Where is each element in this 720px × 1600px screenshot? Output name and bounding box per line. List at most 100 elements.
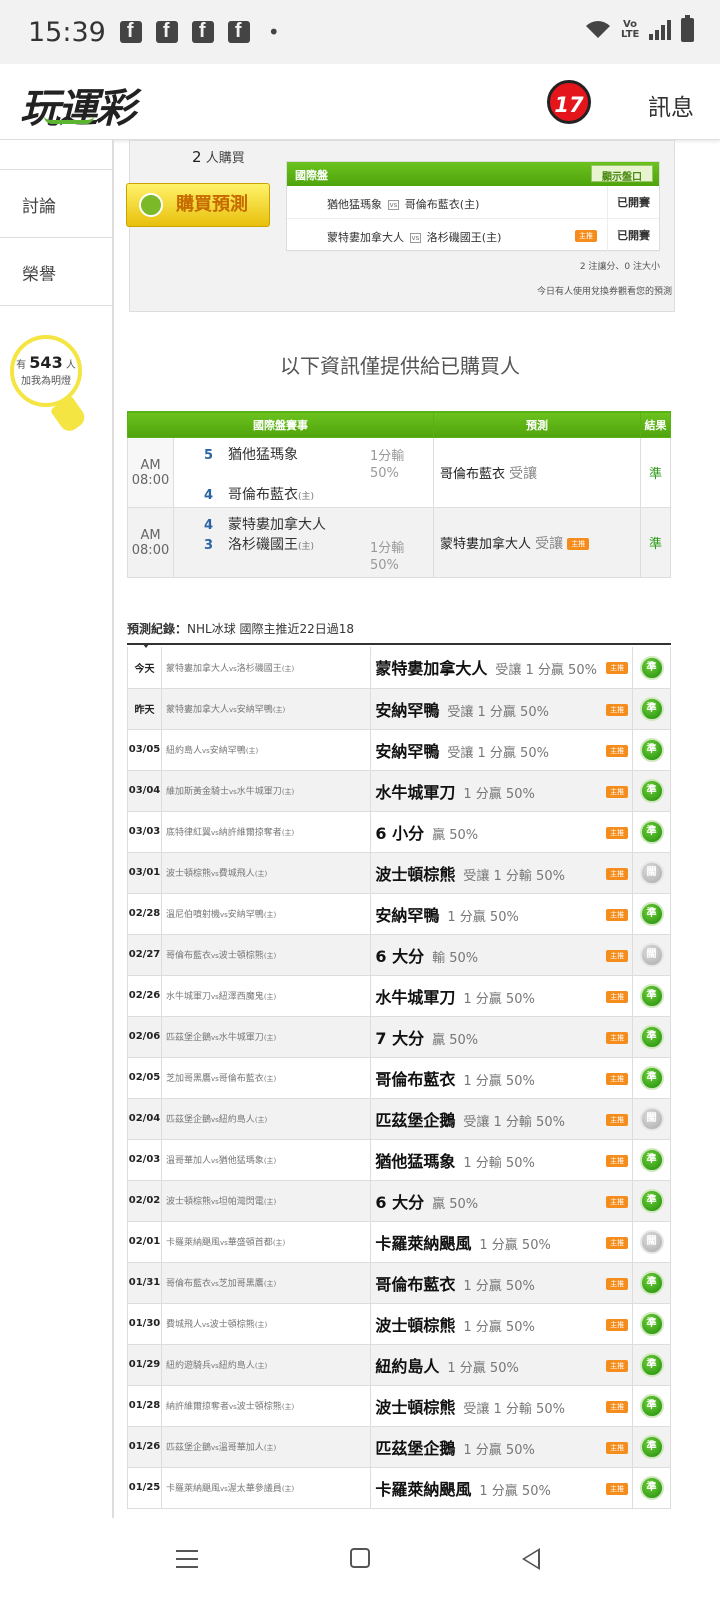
record-pick-detail: 受讓 1 分輸 50% [463, 1114, 565, 1130]
result-ball-icon: 闊 [639, 1230, 664, 1254]
record-game[interactable]: 匹茲堡企鵝vs溫哥華加人(主) [161, 1426, 372, 1468]
record-row: 02/06 匹茲堡企鵝vs水牛城軍刀(主) 7 大分贏 50% 主推準 [127, 1016, 671, 1058]
logo[interactable]: 玩運彩 [20, 76, 136, 134]
home-icon[interactable] [350, 1548, 370, 1568]
record-vs: vs [220, 911, 228, 919]
result-ball-icon: 準 [639, 1394, 664, 1418]
record-pick-detail: 受讓 1 分贏 50% [447, 704, 549, 720]
record-home: 安納罕鴨 [227, 910, 264, 920]
bulb-suffix: 人 [65, 360, 76, 371]
message-link[interactable]: 訊息 [648, 88, 694, 122]
record-vs: vs [211, 1280, 219, 1288]
main-pick-badge: 主推 [575, 230, 597, 242]
pick-type: 受讓 [509, 465, 538, 482]
record-away: 溫哥華加人 [165, 1156, 211, 1166]
sidebar-item-honor[interactable]: 榮譽 [0, 238, 112, 306]
record-game[interactable]: 納許維爾掠奪者vs波士頓棕熊(主) [161, 1385, 372, 1427]
main-pick-badge: 主推 [606, 703, 629, 716]
main-pick-badge: 主推 [606, 908, 629, 921]
result-ball-icon: 準 [639, 655, 664, 680]
badge-17-icon[interactable]: 17 [547, 80, 591, 124]
result-ball-icon: 準 [639, 697, 664, 721]
record-game[interactable]: 卡羅萊納颶風vs渥太華參議員(主) [161, 1467, 372, 1509]
record-game[interactable]: 底特律紅翼vs納許維爾掠奪者(主) [161, 811, 372, 853]
record-away: 匹茲堡企鵝 [165, 1443, 211, 1453]
record-vs: vs [229, 1403, 237, 1411]
record-vs: vs [211, 993, 219, 1001]
record-game[interactable]: 費城飛人vs波士頓棕熊(主) [161, 1303, 372, 1345]
record-pick-detail: 1 分贏 50% [479, 1237, 551, 1253]
prediction-row: AM 08:00 5 猶他猛瑪象 4 哥倫布藍衣(主) 1分輸 50% 哥倫布藍衣 受… [127, 437, 671, 508]
record-game[interactable]: 蒙特婁加拿大人vs安納罕鴨(主) [161, 688, 372, 730]
record-game[interactable]: 哥倫布藍衣vs芝加哥黑鷹(主) [161, 1262, 372, 1304]
game-teams: 4 蒙特婁加拿大人 3 洛杉磯國王(主) 1分輸 50% [173, 507, 434, 578]
purchase-box: 2 人購買 購買預測 國際盤 顯示盤口 猶他猛瑪象 vs 哥倫布藍衣(主) 已開… [126, 140, 675, 312]
record-game[interactable]: 匹茲堡企鵝vs水牛城軍刀(主) [161, 1016, 372, 1058]
notification-dot: • [267, 20, 280, 44]
record-date: 今天 [127, 647, 162, 689]
record-result: 準 [632, 1467, 671, 1509]
record-home-tag: (主) [245, 747, 259, 755]
facebook-icon [155, 20, 178, 43]
record-game[interactable]: 波士頓棕熊vs坦帕灣閃電(主) [161, 1180, 372, 1222]
record-row: 02/05 芝加哥黑鷹vs哥倫布藍衣(主) 哥倫布藍衣 1 分贏 50% 主推準 [127, 1057, 671, 1099]
record-game[interactable]: 哥倫布藍衣vs波士頓棕熊(主) [161, 934, 372, 976]
odds-line: 1分輸 [370, 541, 405, 556]
buy-prediction-button[interactable]: 購買預測 [126, 183, 270, 227]
record-away: 波士頓棕熊 [165, 869, 211, 879]
record-pick: 卡羅萊納颶風 1 分贏 50% 主推 [370, 1221, 634, 1263]
record-home: 水牛城軍刀 [218, 1033, 264, 1043]
record-away: 費城飛人 [165, 1320, 202, 1330]
home-rotation: 3 [204, 538, 214, 553]
record-game[interactable]: 卡羅萊納颶風vs華盛頓首都(主) [161, 1221, 372, 1263]
buyers-number: 2 [192, 148, 202, 166]
record-pick-detail: 1 分贏 50% [447, 909, 519, 925]
record-pick-team: 水牛城軍刀 [375, 782, 456, 802]
record-home-tag: (主) [281, 1485, 295, 1493]
buyers-label: 人購買 [205, 151, 245, 166]
record-pick: 水牛城軍刀 1 分贏 50% 主推 [370, 770, 634, 812]
record-game[interactable]: 維加斯黃金騎士vs水牛城軍刀(主) [161, 770, 372, 812]
record-home-tag: (主) [254, 1321, 268, 1329]
record-row: 02/28 溫尼伯噴射機vs安納罕鴨(主) 安納罕鴨 1 分贏 50% 主推準 [127, 893, 671, 935]
record-game[interactable]: 蒙特婁加拿大人vs洛杉磯國王(主) [161, 647, 372, 689]
record-pick-detail: 1 分贏 50% [463, 991, 535, 1007]
record-date: 01/28 [127, 1385, 162, 1427]
record-pick: 6 大分贏 50% 主推 [370, 1180, 634, 1222]
record-pick-team: 7 大分 [375, 1028, 425, 1048]
record-pick-detail: 受讓 1 分輸 50% [463, 1401, 565, 1417]
info-title: 以下資訊僅提供給已購買人 [280, 354, 520, 378]
record-game[interactable]: 水牛城軍刀vs紐澤西魔鬼(主) [161, 975, 372, 1017]
main-pick-badge: 主推 [606, 990, 629, 1003]
record-home: 波士頓棕熊 [236, 1402, 282, 1412]
voucher-note: 今日有人使用兌換券觀看您的預測 [536, 287, 672, 297]
record-pick-detail: 1 分贏 50% [463, 1319, 535, 1335]
record-pick-detail: 受讓 1 分輸 50% [463, 868, 565, 884]
record-game[interactable]: 溫哥華加人vs猶他猛瑪象(主) [161, 1139, 372, 1181]
sidebar-item-discussion[interactable]: 討論 [0, 170, 112, 238]
record-result: 準 [632, 975, 671, 1017]
record-row: 03/04 維加斯黃金騎士vs水牛城軍刀(主) 水牛城軍刀 1 分贏 50% 主推準 [127, 770, 671, 812]
record-game[interactable]: 紐約島人vs安納罕鴨(主) [161, 729, 372, 771]
records-table: 今天 蒙特婁加拿大人vs洛杉磯國王(主) 蒙特婁加拿大人 受讓 1 分贏 50% 主推準… [127, 647, 671, 1509]
record-home-tag: (主) [254, 870, 268, 878]
record-game[interactable]: 波士頓棕熊vs費城飛人(主) [161, 852, 372, 894]
record-game[interactable]: 匹茲堡企鵝vs紐約島人(主) [161, 1098, 372, 1140]
record-date: 03/03 [127, 811, 162, 853]
back-icon[interactable] [522, 1548, 540, 1570]
record-date: 02/02 [127, 1180, 162, 1222]
record-game[interactable]: 芝加哥黑鷹vs哥倫布藍衣(主) [161, 1057, 372, 1099]
main-pick-badge: 主推 [606, 1031, 629, 1044]
record-row: 02/03 溫哥華加人vs猶他猛瑪象(主) 猶他猛瑪象 1 分輸 50% 主推準 [127, 1139, 671, 1181]
record-game[interactable]: 溫尼伯噴射機vs安納罕鴨(主) [161, 893, 372, 935]
show-odds-button[interactable]: 顯示盤口 [591, 165, 653, 183]
record-result: 準 [632, 1139, 671, 1181]
sidebar-item-partial[interactable] [0, 140, 112, 170]
record-away: 溫尼伯噴射機 [165, 910, 220, 920]
record-game[interactable]: 紐約遊騎兵vs紐約島人(主) [161, 1344, 372, 1386]
pick-cell: 蒙特婁加拿大人 受讓 主推 [433, 507, 641, 578]
buyers-count: 2 人購買 [192, 147, 245, 166]
record-pick: 水牛城軍刀 1 分贏 50% 主推 [370, 975, 634, 1017]
recent-apps-icon[interactable] [176, 1550, 198, 1568]
record-home-tag: (主) [281, 829, 295, 837]
